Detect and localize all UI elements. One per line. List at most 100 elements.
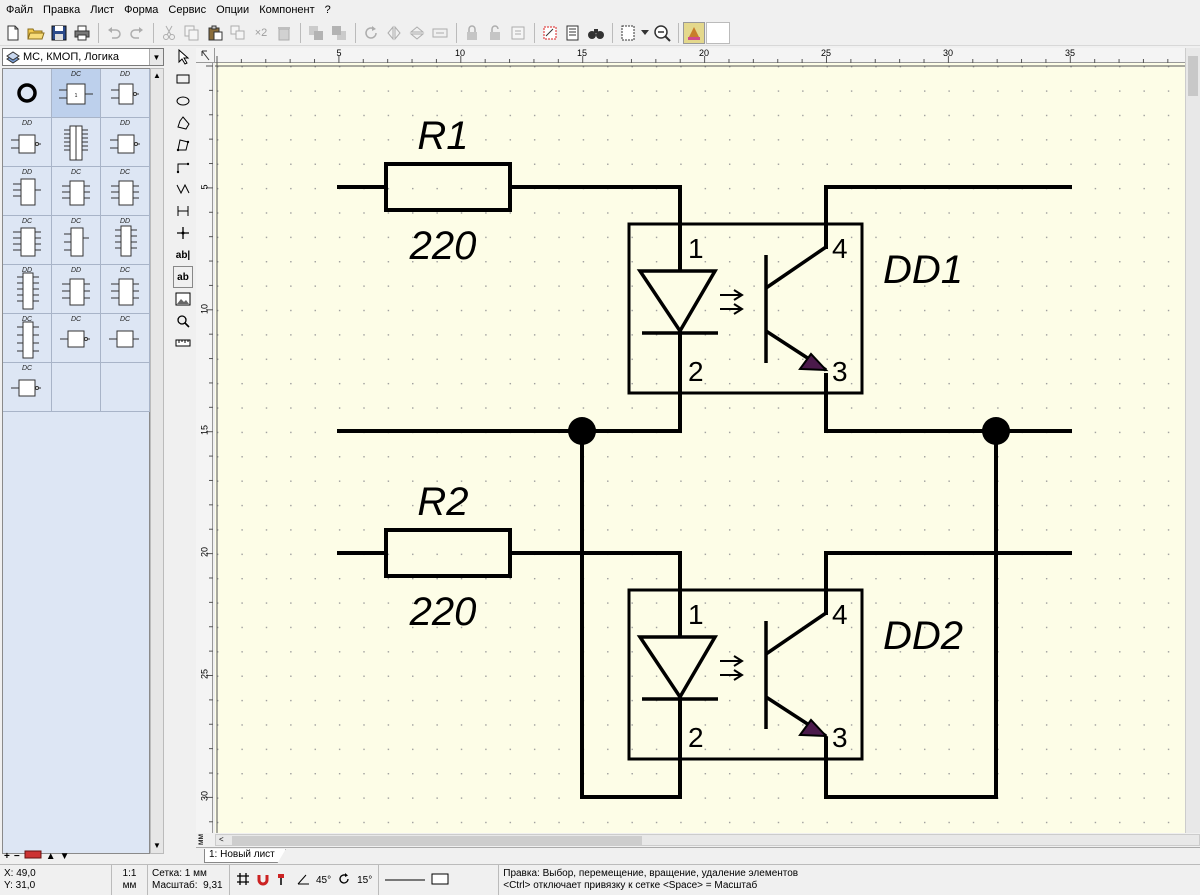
angle-snap-icon[interactable] (296, 872, 310, 889)
dd2-reference[interactable]: DD2 (883, 614, 963, 658)
menu-help[interactable]: ? (323, 4, 339, 16)
bring-front-icon[interactable] (305, 22, 327, 44)
find-binoculars-icon[interactable] (585, 22, 607, 44)
redo-icon[interactable] (126, 22, 148, 44)
unlock-icon[interactable] (484, 22, 506, 44)
save-icon[interactable] (48, 22, 70, 44)
bus-icon[interactable] (173, 200, 193, 222)
junction-dot[interactable] (982, 417, 1010, 445)
scroll-left-icon[interactable]: < (219, 835, 224, 844)
menu-options[interactable]: Опции (214, 4, 257, 16)
paste-icon[interactable] (204, 22, 226, 44)
measure-icon[interactable] (173, 332, 193, 354)
library-dropdown[interactable]: МС, КМОП, Логика ▼ (2, 48, 164, 66)
group-icon[interactable] (429, 22, 451, 44)
canvas-horizontal-scrollbar[interactable]: < (215, 834, 1200, 846)
color-swatch[interactable] (706, 21, 730, 44)
connection-point-icon[interactable] (173, 222, 193, 244)
rectangle-icon[interactable] (173, 68, 193, 90)
zoom-fit-icon[interactable] (651, 22, 673, 44)
snap-pin-icon[interactable] (276, 872, 290, 889)
menu-sheet[interactable]: Лист (88, 4, 122, 16)
component-cell[interactable]: DD (3, 167, 52, 216)
copy-icon[interactable] (181, 22, 203, 44)
shape-style-icon[interactable] (431, 873, 449, 888)
component-cell[interactable]: DC (52, 216, 101, 265)
polygon-icon[interactable] (173, 112, 193, 134)
send-back-icon[interactable] (328, 22, 350, 44)
zoom-icon[interactable] (173, 310, 193, 332)
image-icon[interactable] (173, 288, 193, 310)
menu-service[interactable]: Сервис (166, 4, 214, 16)
bezier-icon[interactable] (173, 134, 193, 156)
delete-icon[interactable] (273, 22, 295, 44)
remove-icon[interactable]: − (14, 851, 20, 862)
component-cell[interactable]: DD (52, 265, 101, 314)
palette-icon[interactable] (683, 21, 705, 44)
netlist-icon[interactable] (539, 22, 561, 44)
move-down-icon[interactable]: ▼ (60, 851, 70, 862)
line-style-icon[interactable] (385, 875, 426, 886)
polyline-icon[interactable] (173, 156, 193, 178)
duplicate-icon[interactable] (227, 22, 249, 44)
scroll-up-icon[interactable]: ▲ (151, 69, 163, 83)
dd1-reference[interactable]: DD1 (883, 248, 963, 292)
move-up-icon[interactable]: ▲ (46, 851, 56, 862)
component-cell[interactable]: DD (101, 216, 150, 265)
lock-icon[interactable] (461, 22, 483, 44)
component-cell[interactable]: DC (52, 314, 101, 363)
component-cell[interactable]: DD (3, 265, 52, 314)
rotate-icon[interactable] (360, 22, 382, 44)
scrollbar-thumb[interactable] (1188, 56, 1198, 96)
ellipse-icon[interactable] (173, 90, 193, 112)
component-cell[interactable]: DD (3, 118, 52, 167)
pointer-icon[interactable] (173, 46, 193, 68)
page-view-icon[interactable] (617, 22, 639, 44)
component-cell[interactable]: DD (101, 118, 150, 167)
open-file-icon[interactable] (25, 22, 47, 44)
component-cell[interactable]: DC 1 (52, 69, 101, 118)
text-tool[interactable]: ab| (173, 244, 193, 266)
component-properties-icon[interactable] (507, 22, 529, 44)
component-cell[interactable]: DC (101, 314, 150, 363)
parts-list-icon[interactable] (562, 22, 584, 44)
component-cell[interactable]: DC (101, 265, 150, 314)
cut-icon[interactable] (158, 22, 180, 44)
rotate-angle-icon[interactable] (337, 872, 351, 889)
component-cell[interactable] (52, 118, 101, 167)
menu-file[interactable]: Файл (4, 4, 41, 16)
undo-icon[interactable] (103, 22, 125, 44)
component-scrollbar[interactable]: ▲ ▼ (150, 68, 164, 854)
wire-icon[interactable] (173, 178, 193, 200)
add-icon[interactable]: + (4, 851, 10, 862)
component-cell[interactable] (3, 69, 52, 118)
chevron-down-icon[interactable]: ▼ (149, 49, 163, 65)
grid-snap-icon[interactable] (236, 872, 250, 889)
multiply-button[interactable]: ×2 (250, 22, 272, 44)
textbox-tool[interactable]: ab (173, 266, 193, 288)
component-cell[interactable]: DD (101, 69, 150, 118)
junction-dot[interactable] (568, 417, 596, 445)
component-cell[interactable]: DC (3, 216, 52, 265)
component-cell[interactable]: DC (101, 167, 150, 216)
component-cell[interactable]: DC (3, 314, 52, 363)
r2-reference[interactable]: R2 (417, 480, 468, 524)
schematic-canvas[interactable]: R1 220 R2 220 DD1 DD2 1 2 3 4 1 2 3 4 (215, 63, 1185, 833)
menu-edit[interactable]: Правка (41, 4, 88, 16)
menu-component[interactable]: Компонент (257, 4, 322, 16)
canvas-vertical-scrollbar[interactable] (1185, 48, 1200, 833)
new-file-icon[interactable] (2, 22, 24, 44)
menu-shape[interactable]: Форма (122, 4, 166, 16)
print-icon[interactable] (71, 22, 93, 44)
component-cell[interactable]: DC (52, 167, 101, 216)
r1-value[interactable]: 220 (409, 224, 477, 268)
scrollbar-thumb[interactable] (232, 836, 642, 845)
magnet-icon[interactable] (256, 872, 270, 889)
r1-reference[interactable]: R1 (417, 114, 468, 158)
component-cell[interactable]: DC (3, 363, 52, 412)
mirror-vertical-icon[interactable] (406, 22, 428, 44)
page-view-dropdown-icon[interactable] (640, 22, 650, 44)
library-chip-icon[interactable] (24, 850, 42, 862)
sheet-tab[interactable]: 1: Новый лист (204, 849, 286, 863)
mirror-horizontal-icon[interactable] (383, 22, 405, 44)
